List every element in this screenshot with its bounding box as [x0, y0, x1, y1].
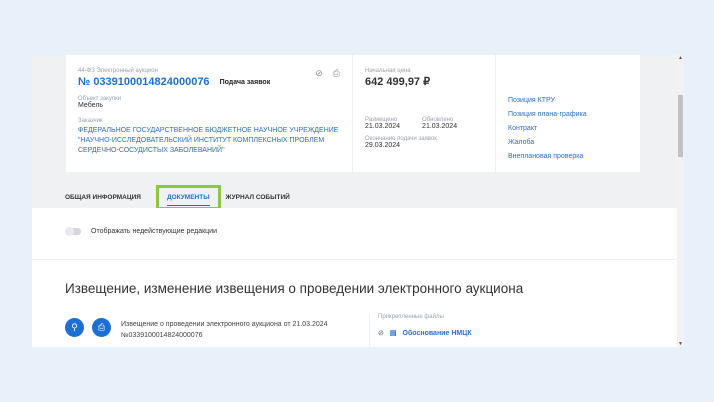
- tab-events[interactable]: ЖУРНАЛ СОБЫТИЙ: [226, 194, 290, 201]
- updated-value: 21.03.2024: [422, 123, 458, 130]
- scroll-down-icon: ▼: [678, 341, 683, 347]
- divider: [32, 259, 677, 260]
- files-label: Прикрепленные файлы: [378, 314, 444, 320]
- document-number: №0339100014824000076: [121, 332, 203, 339]
- status-badge: Подача заявок: [219, 78, 271, 86]
- tab-documents[interactable]: ДОКУМЕНТЫ: [155, 185, 221, 210]
- scrollbar-thumb[interactable]: [678, 95, 683, 157]
- inactive-toggle[interactable]: [65, 227, 81, 236]
- customer-label: Заказчик: [78, 118, 103, 124]
- compass-icon[interactable]: ⊘: [315, 68, 323, 79]
- object-value: Мебель: [78, 102, 104, 109]
- notice-card: 44-ФЗ Электронный аукцион № 033910001482…: [66, 55, 640, 172]
- section-title: Извещение, изменение извещения о проведе…: [65, 281, 524, 296]
- link-ktru[interactable]: Позиция КТРУ: [508, 97, 628, 104]
- link-complaint[interactable]: Жалоба: [508, 139, 628, 146]
- deadline-value: 29.03.2024: [365, 142, 401, 149]
- document-title: Извещение о проведении электронного аукц…: [121, 321, 328, 328]
- tab-general[interactable]: ОБЩАЯ ИНФОРМАЦИЯ: [65, 194, 141, 201]
- page-viewport: 44-ФЗ Электронный аукцион № 033910001482…: [32, 55, 677, 347]
- notice-number[interactable]: № 0339100014824000076: [78, 76, 210, 88]
- scroll-up-icon: ▲: [678, 55, 683, 61]
- print-icon[interactable]: ⎙: [92, 318, 111, 337]
- link-inspection[interactable]: Внеплановая проверка: [508, 153, 628, 160]
- print-icon[interactable]: ⎙: [333, 68, 340, 79]
- price-label: Начальная цена: [365, 68, 411, 74]
- law-type: 44-ФЗ Электронный аукцион: [78, 68, 158, 74]
- compass-icon[interactable]: ⊘: [378, 329, 384, 337]
- toggle-label: Отображать недействующие редакции: [91, 228, 218, 235]
- customer-link[interactable]: ФЕДЕРАЛЬНОЕ ГОСУДАРСТВЕННОЕ БЮДЖЕТНОЕ НА…: [78, 126, 340, 156]
- link-plan[interactable]: Позиция плана-графика: [508, 111, 628, 118]
- posted-value: 21.03.2024: [365, 123, 401, 130]
- link-contract[interactable]: Контракт: [508, 125, 628, 132]
- price-value: 642 499,97 ₽: [365, 76, 431, 88]
- file-link[interactable]: Обоснование НМЦК: [403, 330, 472, 337]
- scrollbar[interactable]: ▲ ▼: [677, 55, 684, 347]
- search-icon[interactable]: ⚲: [65, 318, 84, 337]
- file-icon: ▤: [389, 330, 397, 337]
- tabs: ОБЩАЯ ИНФОРМАЦИЯ ДОКУМЕНТЫ ЖУРНАЛ СОБЫТИ…: [65, 185, 290, 210]
